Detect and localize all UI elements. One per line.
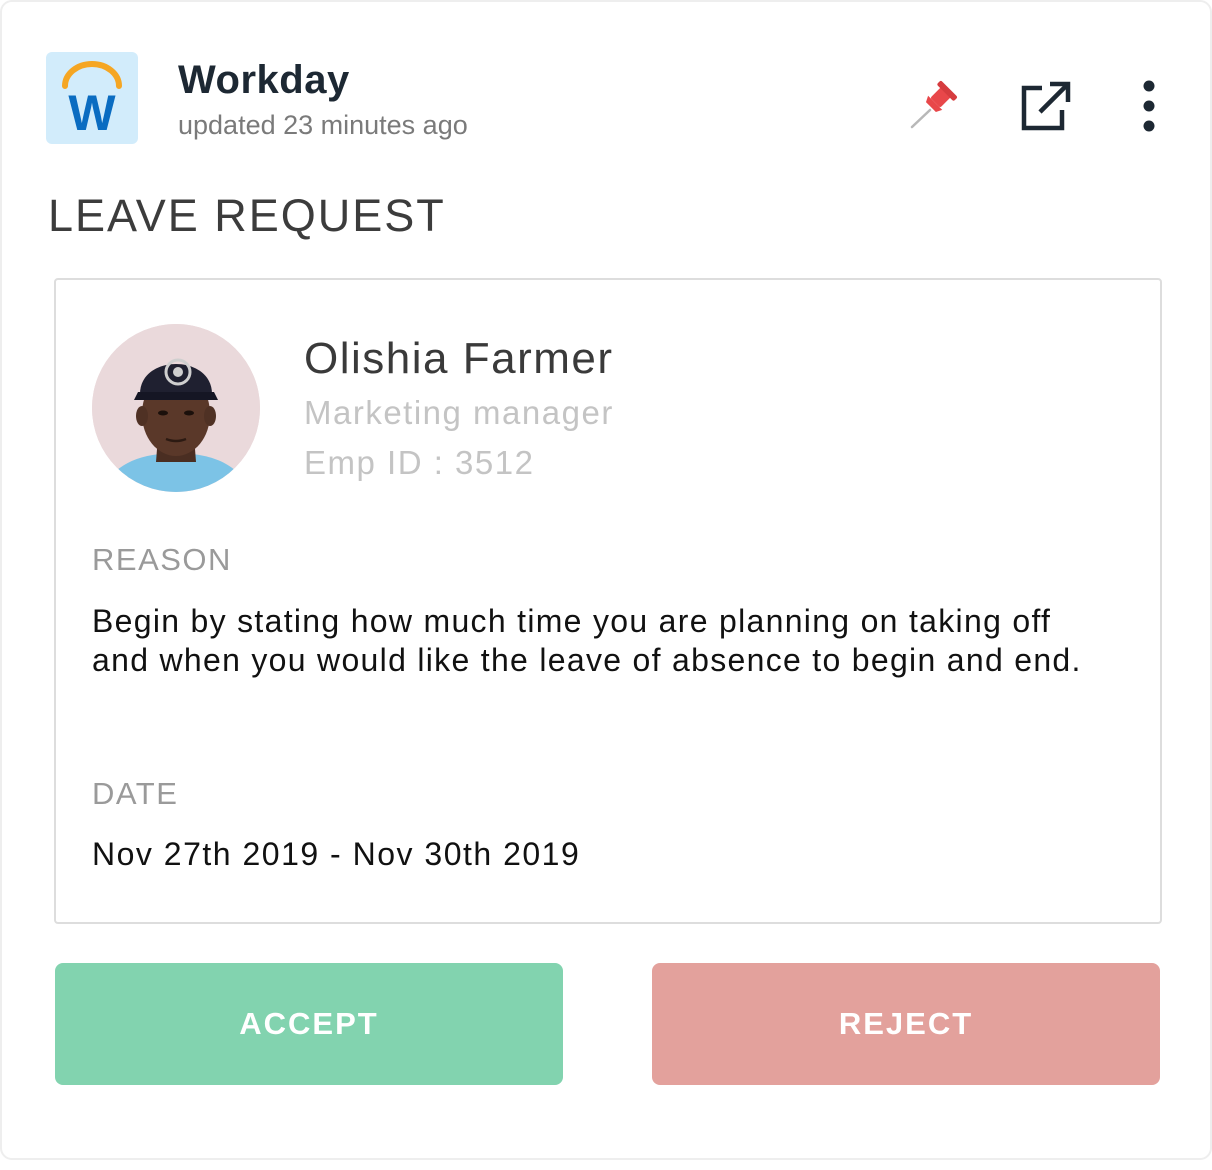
request-details: Olishia Farmer Marketing manager Emp ID …	[54, 278, 1162, 924]
employee-id: Emp ID : 3512	[304, 444, 535, 481]
pin-icon[interactable]	[906, 80, 962, 132]
date-label: DATE	[92, 776, 179, 811]
avatar	[92, 324, 260, 492]
section-title: LEAVE REQUEST	[48, 190, 446, 241]
app-name: Workday	[178, 58, 350, 102]
logo-letter: W	[68, 85, 116, 141]
accept-button[interactable]: ACCEPT	[55, 963, 563, 1085]
workday-logo: W	[46, 52, 138, 144]
more-vertical-icon[interactable]	[1132, 78, 1166, 134]
reason-label: REASON	[92, 542, 232, 577]
leave-request-card: W Workday updated 23 minutes ago LEAVE R…	[0, 0, 1212, 1160]
updated-timestamp: updated 23 minutes ago	[178, 110, 468, 140]
employee-name: Olishia Farmer	[304, 334, 614, 383]
external-link-icon[interactable]	[1016, 80, 1072, 132]
employee-role: Marketing manager	[304, 394, 614, 431]
reason-text: Begin by stating how much time you are p…	[92, 603, 1082, 678]
date-range: Nov 27th 2019 - Nov 30th 2019	[92, 836, 581, 872]
reject-button[interactable]: REJECT	[652, 963, 1160, 1085]
